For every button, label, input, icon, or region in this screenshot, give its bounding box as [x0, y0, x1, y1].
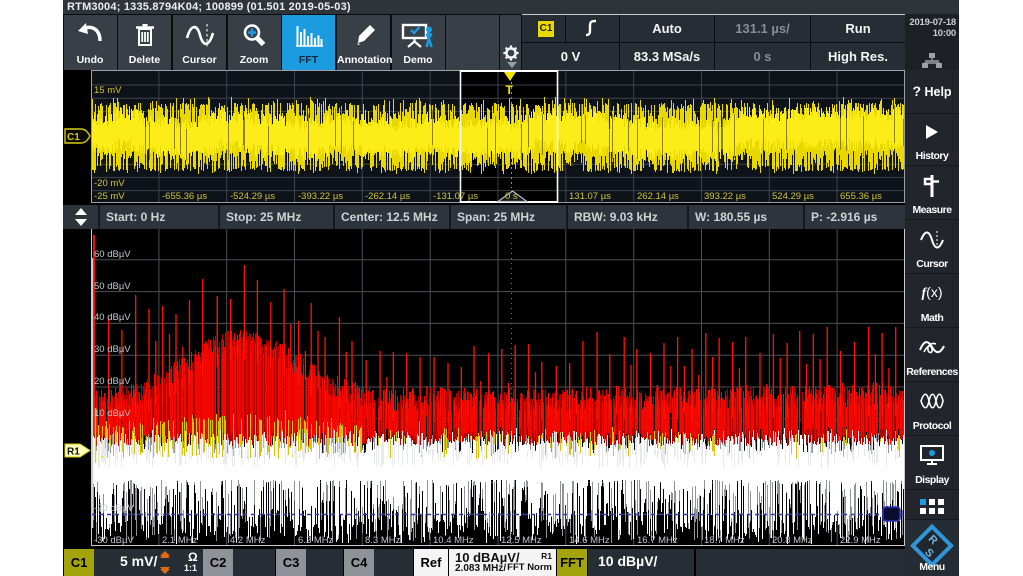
- svg-text:262.14 µs: 262.14 µs: [637, 191, 679, 202]
- svg-text:18.7 MHz: 18.7 MHz: [704, 535, 745, 546]
- svg-text:6.2 MHz: 6.2 MHz: [298, 535, 334, 546]
- svg-text:-131.07 µs: -131.07 µs: [433, 191, 478, 202]
- svg-text:30 dBµV: 30 dBµV: [94, 344, 131, 355]
- svg-text:-20 dBµV: -20 dBµV: [94, 503, 134, 514]
- svg-text:-262.14 µs: -262.14 µs: [365, 191, 410, 202]
- svg-text:22.9 MHz: 22.9 MHz: [840, 535, 881, 546]
- svg-text:10.4 MHz: 10.4 MHz: [433, 535, 474, 546]
- svg-text:-655.36 µs: -655.36 µs: [162, 191, 207, 202]
- svg-text:-25 mV: -25 mV: [94, 191, 125, 202]
- svg-text:40 dBµV: 40 dBµV: [94, 312, 131, 323]
- svg-text:R1: R1: [67, 447, 80, 458]
- svg-text:-20 mV: -20 mV: [94, 178, 125, 189]
- svg-text:14.6 MHz: 14.6 MHz: [569, 535, 610, 546]
- svg-text:12.5 MHz: 12.5 MHz: [501, 535, 542, 546]
- svg-text:15 mV: 15 mV: [94, 85, 122, 96]
- svg-text:50 dBµV: 50 dBµV: [94, 281, 131, 292]
- svg-text:4.2 MHz: 4.2 MHz: [230, 535, 266, 546]
- svg-text:655.36 µs: 655.36 µs: [840, 191, 882, 202]
- svg-text:20.8 MHz: 20.8 MHz: [772, 535, 813, 546]
- svg-text:2.1 MHz: 2.1 MHz: [162, 535, 198, 546]
- svg-text:20 dBµV: 20 dBµV: [94, 376, 131, 387]
- svg-text:-393.22 µs: -393.22 µs: [298, 191, 343, 202]
- svg-text:393.22 µs: 393.22 µs: [704, 191, 746, 202]
- svg-text:T: T: [506, 83, 514, 97]
- svg-text:131.07 µs: 131.07 µs: [569, 191, 611, 202]
- svg-text:-524.29 µs: -524.29 µs: [230, 191, 275, 202]
- svg-text:60 dBµV: 60 dBµV: [94, 249, 131, 260]
- svg-text:524.29 µs: 524.29 µs: [772, 191, 814, 202]
- svg-text:16.7 MHz: 16.7 MHz: [637, 535, 678, 546]
- svg-text:10 dBµV: 10 dBµV: [94, 408, 131, 419]
- svg-text:-30 dBµV: -30 dBµV: [94, 535, 134, 546]
- svg-text:C1: C1: [67, 132, 80, 143]
- svg-text:8.3 MHz: 8.3 MHz: [365, 535, 401, 546]
- svg-text:0 s: 0 s: [505, 191, 518, 202]
